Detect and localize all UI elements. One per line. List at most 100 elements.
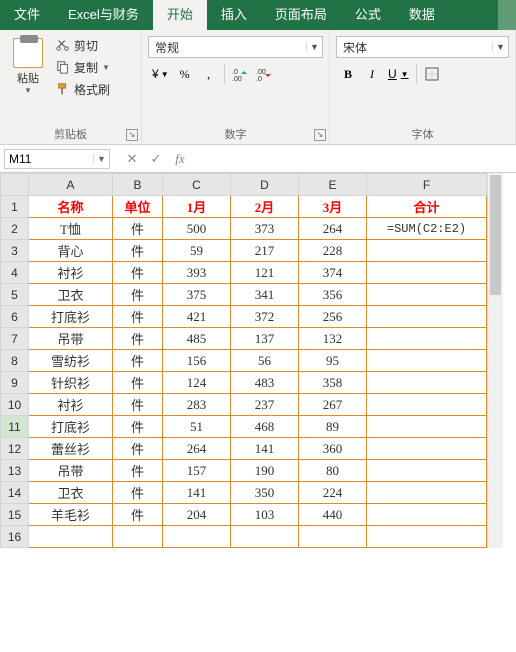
cell[interactable]: 190 <box>231 460 299 482</box>
cell[interactable]: 单位 <box>113 196 163 218</box>
cell[interactable]: 蕾丝衫 <box>29 438 113 460</box>
cell[interactable]: 264 <box>163 438 231 460</box>
row-header[interactable]: 16 <box>1 526 29 548</box>
vertical-scrollbar[interactable] <box>487 173 503 548</box>
cell[interactable]: 合计 <box>367 196 487 218</box>
cell[interactable] <box>29 526 113 548</box>
tab-insert[interactable]: 插入 <box>207 0 261 30</box>
cell[interactable] <box>367 416 487 438</box>
cell[interactable]: 衬衫 <box>29 262 113 284</box>
cut-button[interactable]: 剪切 <box>54 34 112 56</box>
row-header[interactable]: 4 <box>1 262 29 284</box>
cell[interactable] <box>367 306 487 328</box>
tab-page-layout[interactable]: 页面布局 <box>261 0 341 30</box>
cell[interactable]: 224 <box>299 482 367 504</box>
cell[interactable]: 卫衣 <box>29 482 113 504</box>
row-header[interactable]: 1 <box>1 196 29 218</box>
number-format-combo[interactable]: 常规 ▼ <box>148 36 323 58</box>
cell[interactable]: 341 <box>231 284 299 306</box>
cell[interactable]: 件 <box>113 394 163 416</box>
cell[interactable]: 124 <box>163 372 231 394</box>
font-name-combo[interactable]: 宋体 ▼ <box>336 36 509 58</box>
row-header[interactable]: 8 <box>1 350 29 372</box>
cell[interactable]: 228 <box>299 240 367 262</box>
accept-formula-button[interactable]: ✓ <box>144 151 168 167</box>
tab-data[interactable]: 数据 <box>395 0 449 30</box>
cell[interactable]: 件 <box>113 350 163 372</box>
copy-caret[interactable]: ▼ <box>102 63 110 72</box>
cell[interactable]: 485 <box>163 328 231 350</box>
comma-format-button[interactable]: , <box>197 62 221 86</box>
paste-dropdown-caret[interactable]: ▼ <box>6 86 50 95</box>
cell[interactable]: T恤 <box>29 218 113 240</box>
cell[interactable]: 卫衣 <box>29 284 113 306</box>
cell[interactable]: 373 <box>231 218 299 240</box>
row-header[interactable]: 5 <box>1 284 29 306</box>
cell[interactable]: 件 <box>113 284 163 306</box>
paste-button[interactable]: 粘贴 ▼ <box>6 34 50 100</box>
accounting-format-button[interactable]: ¥▼ <box>148 62 173 86</box>
cell[interactable] <box>367 394 487 416</box>
cell[interactable]: 件 <box>113 328 163 350</box>
cell[interactable]: 237 <box>231 394 299 416</box>
cell[interactable]: 名称 <box>29 196 113 218</box>
cell[interactable]: 374 <box>299 262 367 284</box>
cell[interactable]: 360 <box>299 438 367 460</box>
cell[interactable]: 件 <box>113 240 163 262</box>
cell[interactable]: 51 <box>163 416 231 438</box>
row-header[interactable]: 9 <box>1 372 29 394</box>
col-header-B[interactable]: B <box>113 174 163 196</box>
cell[interactable]: =SUM(C2:E2) <box>367 218 487 240</box>
cell[interactable] <box>299 526 367 548</box>
cell[interactable]: 雪纺衫 <box>29 350 113 372</box>
cell[interactable] <box>367 438 487 460</box>
cell[interactable]: 283 <box>163 394 231 416</box>
cell[interactable]: 375 <box>163 284 231 306</box>
cell[interactable] <box>367 262 487 284</box>
cell[interactable]: 358 <box>299 372 367 394</box>
tab-excel-finance[interactable]: Excel与财务 <box>54 0 153 30</box>
formula-input[interactable] <box>192 149 516 169</box>
cell[interactable]: 件 <box>113 416 163 438</box>
cell[interactable]: 500 <box>163 218 231 240</box>
col-header-F[interactable]: F <box>367 174 487 196</box>
row-header[interactable]: 10 <box>1 394 29 416</box>
name-box-caret[interactable]: ▼ <box>93 154 109 164</box>
spreadsheet-grid[interactable]: A B C D E F 1名称单位1月2月3月合计2T恤件500373264=S… <box>0 173 487 548</box>
cell[interactable]: 440 <box>299 504 367 526</box>
cell[interactable]: 95 <box>299 350 367 372</box>
cell[interactable]: 156 <box>163 350 231 372</box>
cell[interactable]: 3月 <box>299 196 367 218</box>
ribbon-overflow[interactable] <box>498 0 516 30</box>
border-button[interactable] <box>420 62 444 86</box>
name-box[interactable] <box>5 152 93 166</box>
row-header[interactable]: 15 <box>1 504 29 526</box>
row-header[interactable]: 14 <box>1 482 29 504</box>
cell[interactable] <box>367 284 487 306</box>
underline-button[interactable]: U▼ <box>384 62 413 86</box>
cell[interactable]: 132 <box>299 328 367 350</box>
number-dialog-launcher[interactable]: ↘ <box>314 129 326 141</box>
copy-button[interactable]: 复制 ▼ <box>54 56 112 78</box>
cell[interactable] <box>367 504 487 526</box>
cell[interactable] <box>367 328 487 350</box>
row-header[interactable]: 13 <box>1 460 29 482</box>
col-header-D[interactable]: D <box>231 174 299 196</box>
cell[interactable]: 件 <box>113 460 163 482</box>
cell[interactable]: 103 <box>231 504 299 526</box>
cell[interactable]: 56 <box>231 350 299 372</box>
row-header[interactable]: 2 <box>1 218 29 240</box>
cell[interactable]: 2月 <box>231 196 299 218</box>
row-header[interactable]: 12 <box>1 438 29 460</box>
cell[interactable]: 背心 <box>29 240 113 262</box>
cell[interactable] <box>231 526 299 548</box>
cell[interactable]: 421 <box>163 306 231 328</box>
row-header[interactable]: 7 <box>1 328 29 350</box>
increase-decimal-button[interactable]: .0.00 <box>228 62 252 86</box>
tab-file[interactable]: 文件 <box>0 0 54 30</box>
col-header-C[interactable]: C <box>163 174 231 196</box>
tab-home[interactable]: 开始 <box>153 0 207 30</box>
cancel-formula-button[interactable]: ✕ <box>120 151 144 167</box>
row-header[interactable]: 3 <box>1 240 29 262</box>
cell[interactable]: 256 <box>299 306 367 328</box>
